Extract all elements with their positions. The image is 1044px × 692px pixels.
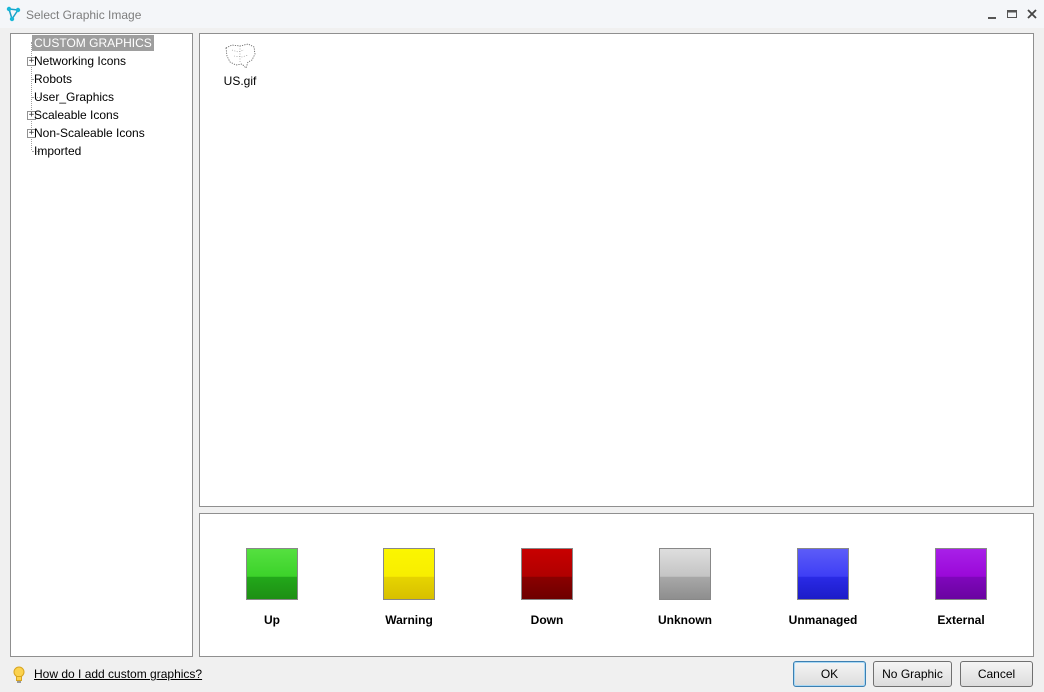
cancel-button[interactable]: Cancel bbox=[960, 661, 1033, 687]
graphics-folder-tree[interactable]: CUSTOM GRAPHICS + Networking Icons Robot… bbox=[10, 33, 193, 657]
status-unknown: Unknown bbox=[635, 548, 735, 638]
status-label: Up bbox=[264, 613, 280, 627]
tree-item-label: User_Graphics bbox=[34, 90, 115, 104]
lightbulb-icon bbox=[12, 666, 26, 684]
image-item-label: US.gif bbox=[223, 74, 257, 88]
status-swatch-unmanaged bbox=[797, 548, 849, 600]
tree-item-user-graphics[interactable]: User_Graphics bbox=[11, 89, 191, 107]
tree-item-label: Robots bbox=[34, 72, 73, 86]
status-label: Down bbox=[530, 613, 564, 627]
tree-item-custom-graphics[interactable]: CUSTOM GRAPHICS bbox=[11, 35, 191, 53]
tree-item-robots[interactable]: Robots bbox=[11, 71, 191, 89]
ok-button[interactable]: OK bbox=[793, 661, 866, 687]
tree-item-label: Imported bbox=[34, 144, 82, 158]
status-swatch-warning bbox=[383, 548, 435, 600]
status-swatch-up bbox=[246, 548, 298, 600]
image-list[interactable]: US.gif bbox=[199, 33, 1034, 507]
tree-item-imported[interactable]: Imported bbox=[11, 143, 191, 161]
tree-item-label: Non-Scaleable Icons bbox=[34, 126, 145, 140]
status-external: External bbox=[911, 548, 1011, 638]
tree-item-label: Networking Icons bbox=[34, 54, 127, 68]
status-preview-panel: Up Warning Down Unknown Unmanaged Extern… bbox=[199, 513, 1034, 657]
us-map-thumbnail-icon bbox=[225, 43, 256, 69]
tree-item-networking-icons[interactable]: + Networking Icons bbox=[11, 53, 191, 71]
status-up: Up bbox=[222, 548, 322, 638]
status-swatch-unknown bbox=[659, 548, 711, 600]
network-graph-icon bbox=[6, 6, 22, 22]
status-warning: Warning bbox=[359, 548, 459, 638]
help-link-custom-graphics[interactable]: How do I add custom graphics? bbox=[34, 667, 202, 681]
close-icon[interactable] bbox=[1024, 6, 1040, 22]
maximize-icon[interactable] bbox=[1004, 6, 1020, 22]
title-bar: Select Graphic Image bbox=[0, 0, 1044, 28]
window-title: Select Graphic Image bbox=[26, 8, 142, 22]
status-label: Unknown bbox=[658, 613, 712, 627]
tree-item-scaleable-icons[interactable]: + Scaleable Icons bbox=[11, 107, 191, 125]
status-unmanaged: Unmanaged bbox=[773, 548, 873, 638]
status-label: Warning bbox=[385, 613, 433, 627]
status-label: External bbox=[937, 613, 985, 627]
status-swatch-down bbox=[521, 548, 573, 600]
no-graphic-button[interactable]: No Graphic bbox=[873, 661, 952, 687]
image-item-us-gif[interactable]: US.gif bbox=[218, 40, 262, 92]
status-label: Unmanaged bbox=[788, 613, 858, 627]
status-swatch-external bbox=[935, 548, 987, 600]
minimize-icon[interactable] bbox=[984, 6, 1000, 22]
tree-item-label: CUSTOM GRAPHICS bbox=[32, 35, 154, 51]
status-down: Down bbox=[497, 548, 597, 638]
tree-item-non-scaleable-icons[interactable]: + Non-Scaleable Icons bbox=[11, 125, 191, 143]
tree-item-label: Scaleable Icons bbox=[34, 108, 119, 122]
